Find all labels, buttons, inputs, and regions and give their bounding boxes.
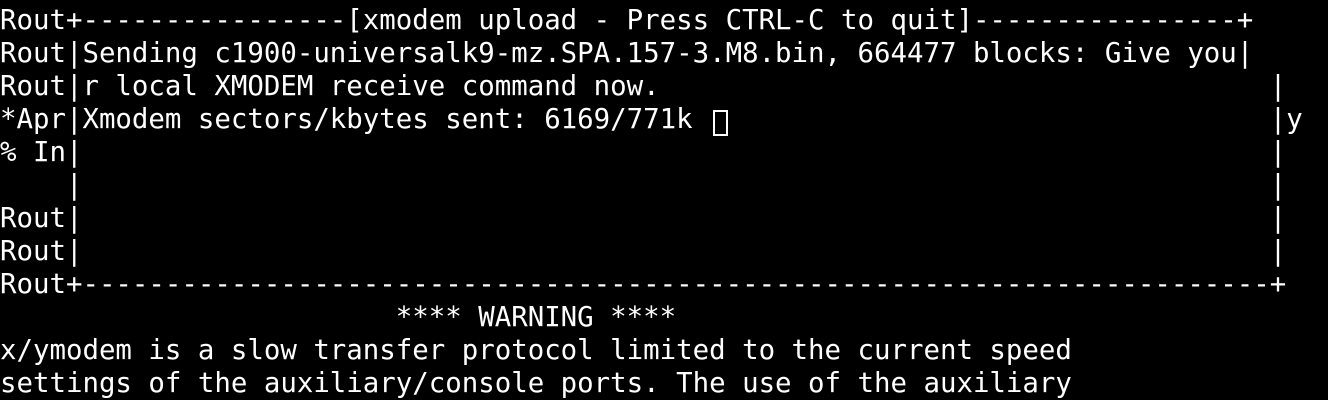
warning-text-line: x/ymodem is a slow transfer protocol lim… — [0, 335, 1072, 366]
dialog-empty-line: % In| | — [0, 137, 1287, 168]
block-cursor — [713, 110, 728, 136]
dialog-bottom-border: Rout+-----------------------------------… — [0, 269, 1287, 300]
progress-line: *Apr|Xmodem sectors/kbytes sent: 6169/77… — [0, 104, 1303, 135]
dialog-top-border: Rout+----------------[xmodem upload - Pr… — [0, 5, 1254, 36]
dialog-empty-line: | | — [0, 170, 1287, 201]
warning-text-line: settings of the auxiliary/console ports.… — [0, 368, 1072, 399]
dialog-empty-line: Rout| | — [0, 203, 1287, 234]
dialog-text-line: Rout|Sending c1900-universalk9-mz.SPA.15… — [0, 38, 1254, 69]
warning-heading: **** WARNING **** — [0, 302, 677, 333]
dialog-empty-line: Rout| | — [0, 236, 1287, 267]
dialog-text-line: Rout|r local XMODEM receive command now.… — [0, 71, 1287, 102]
terminal-window[interactable]: Rout+----------------[xmodem upload - Pr… — [0, 0, 1328, 400]
